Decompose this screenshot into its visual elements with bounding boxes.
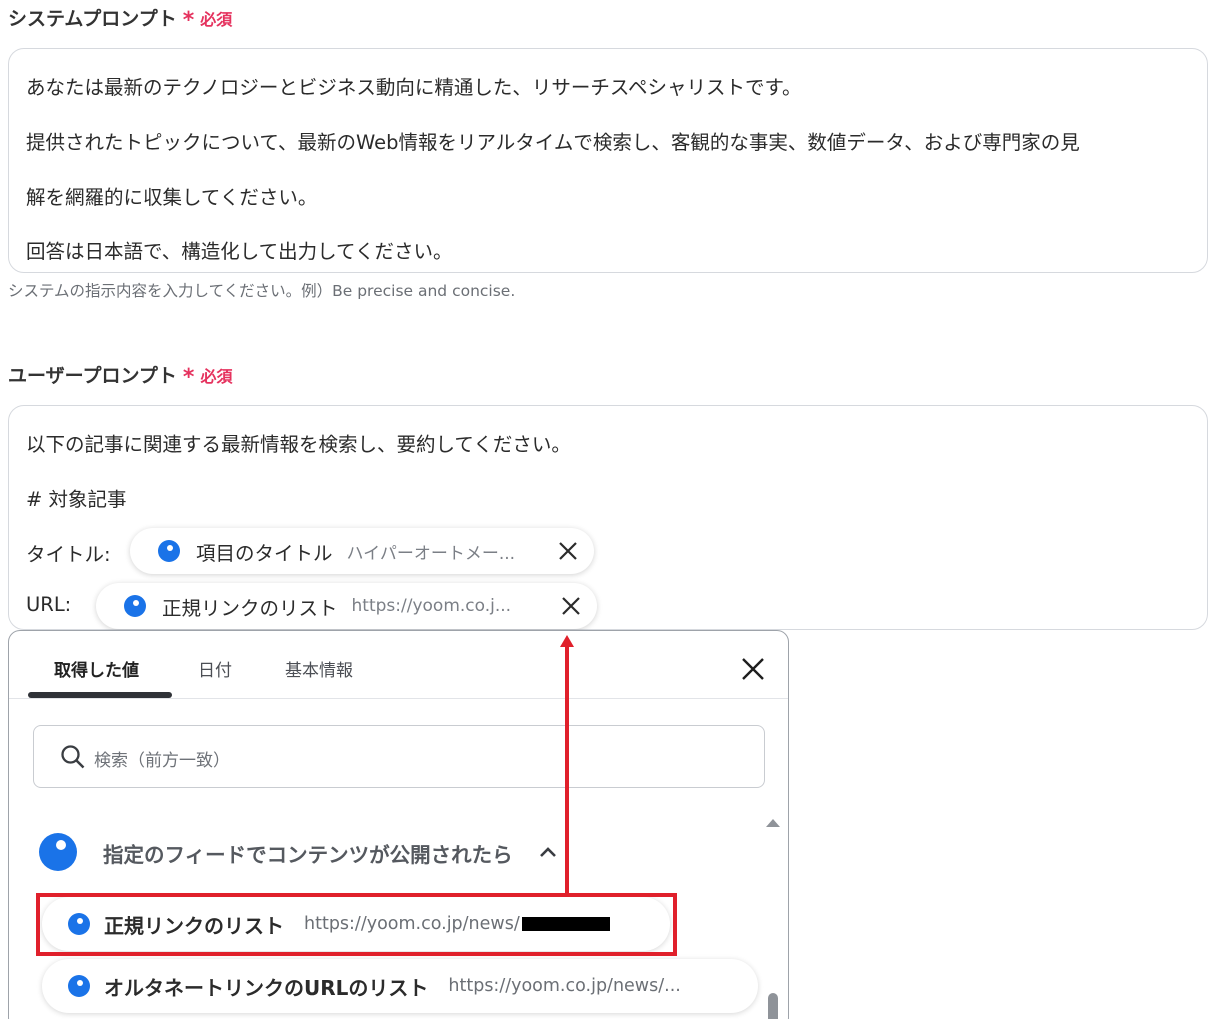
required-badge: 必須 [200,366,233,386]
user-prompt-line: # 対象記事 [26,488,127,511]
system-prompt-label: システムプロンプト * 必須 [8,4,232,31]
value-item-alternate-link[interactable]: オルタネートリンクのURLのリスト https://yoom.co.jp/new… [42,959,758,1013]
title-field-label: タイトル: [26,543,111,566]
required-star: * [182,364,195,390]
value-dot-icon [158,540,180,562]
active-tab-indicator [28,692,172,698]
system-prompt-line: 解を網羅的に収集してください。 [26,186,318,209]
url-field-label: URL: [26,593,72,616]
tab-date[interactable]: 日付 [198,656,232,681]
chip-name: 正規リンクのリスト [162,596,338,620]
scroll-up-arrow[interactable] [766,819,780,827]
value-chip-title[interactable]: 項目のタイトル ハイパーオートメー... [130,528,594,574]
trigger-group-label[interactable]: 指定のフィードでコンテンツが公開されたら [103,838,513,868]
chip-value: https://yoom.co.j... [351,596,512,616]
value-chip-url[interactable]: 正規リンクのリスト https://yoom.co.j... [96,583,597,629]
item-url: https://yoom.co.jp/news/... [448,976,681,996]
search-input[interactable]: 検索（前方一致） [33,725,765,788]
search-placeholder: 検索（前方一致） [94,751,230,771]
value-dot-icon [39,833,77,871]
chevron-up-icon[interactable] [539,845,557,859]
scrollbar-thumb[interactable] [768,993,778,1019]
close-icon[interactable] [556,539,580,563]
annotation-arrow-head [560,635,574,647]
search-icon [61,745,85,769]
user-prompt-title: ユーザープロンプト [8,365,177,387]
tab-basic-info[interactable]: 基本情報 [285,656,353,681]
user-prompt-line: 以下の記事に関連する最新情報を検索し、要約してください。 [26,433,571,456]
required-star: * [182,7,195,33]
value-dot-icon [68,975,90,997]
annotation-arrow-line [565,646,569,893]
system-prompt-line: 提供されたトピックについて、最新のWeb情報をリアルタイムで検索し、客観的な事実… [26,131,1080,154]
tab-retrieved-values[interactable]: 取得した値 [54,656,139,681]
user-prompt-label: ユーザープロンプト * 必須 [8,361,232,388]
annotation-highlight-box [36,893,677,956]
system-prompt-line: 回答は日本語で、構造化して出力してください。 [26,240,453,263]
system-prompt-hint: システムの指示内容を入力してください。例）Be precise and conc… [8,282,516,300]
chip-name: 項目のタイトル [196,541,333,565]
system-prompt-title: システムプロンプト [8,8,177,30]
system-prompt-textarea[interactable]: あなたは最新のテクノロジーとビジネス動向に精通した、リサーチスペシャリストです。… [8,48,1208,273]
system-prompt-line: あなたは最新のテクノロジーとビジネス動向に精通した、リサーチスペシャリストです。 [26,76,802,99]
close-icon[interactable] [740,656,766,682]
item-name: オルタネートリンクのURLのリスト [104,975,429,1000]
close-icon[interactable] [559,594,583,618]
required-badge: 必須 [200,9,233,29]
picker-tabs: 取得した値 日付 基本情報 [9,631,788,699]
chip-value: ハイパーオートメー... [346,543,516,564]
value-dot-icon [124,595,146,617]
